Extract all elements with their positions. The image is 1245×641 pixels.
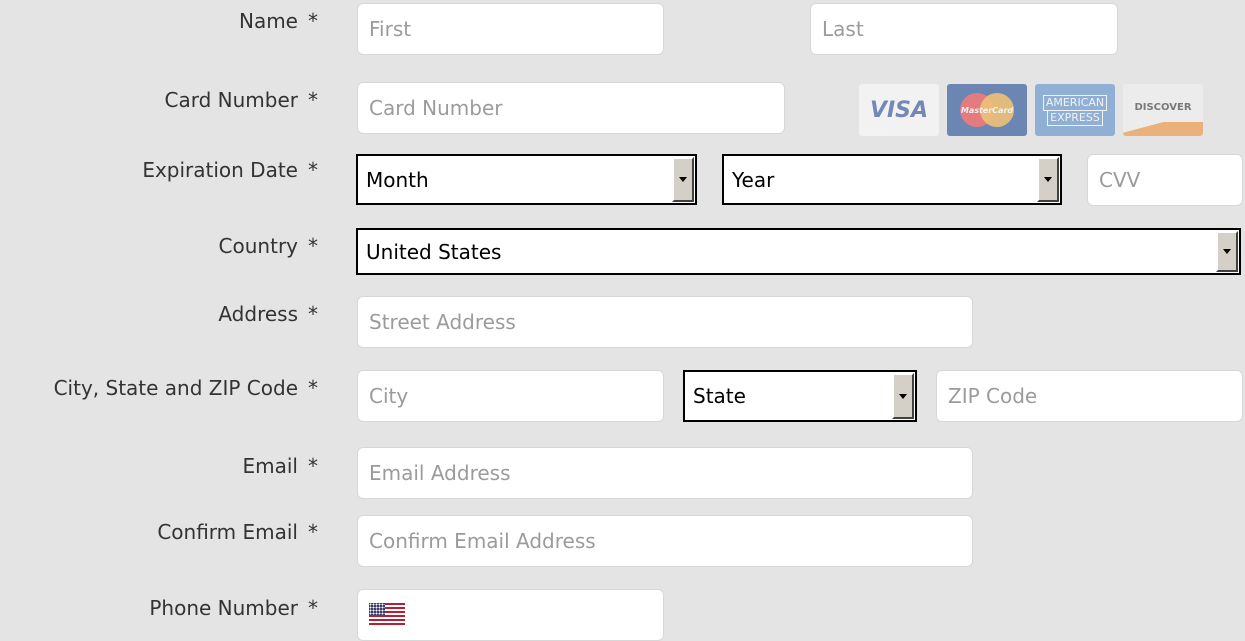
chevron-down-icon[interactable] <box>1037 157 1059 202</box>
required-marker: * <box>308 158 318 182</box>
required-marker: * <box>308 234 318 258</box>
first-name-placeholder: First <box>369 17 412 41</box>
card-brand-logos: VISA MasterCard AMERICAN EXPRESS DISCOVE… <box>859 84 1203 136</box>
cvv-input[interactable]: CVV <box>1087 154 1243 206</box>
chevron-down-icon[interactable] <box>892 373 914 419</box>
card-number-placeholder: Card Number <box>369 96 503 120</box>
state-value: State <box>693 384 746 408</box>
name-label-text: Name <box>238 9 298 33</box>
last-name-placeholder: Last <box>822 17 864 41</box>
expiration-date-label-text: Expiration Date <box>142 158 298 182</box>
amex-logo-icon: AMERICAN EXPRESS <box>1035 84 1115 136</box>
country-label-text: Country <box>218 234 298 258</box>
address-label-text: Address <box>218 302 298 326</box>
mastercard-logo-icon: MasterCard <box>947 84 1027 136</box>
visa-logo-icon: VISA <box>859 84 939 136</box>
country-select[interactable]: United States <box>356 228 1241 275</box>
city-state-zip-label: City, State and ZIP Code * <box>54 376 318 400</box>
expiration-date-label: Expiration Date * <box>142 158 318 182</box>
chevron-down-icon[interactable] <box>672 157 694 202</box>
first-name-input[interactable]: First <box>357 3 664 55</box>
card-number-label: Card Number * <box>165 88 319 112</box>
email-input[interactable]: Email Address <box>357 447 973 499</box>
expiration-year-value: Year <box>732 167 775 192</box>
required-marker: * <box>308 596 318 620</box>
card-number-label-text: Card Number <box>164 88 299 112</box>
confirm-email-input[interactable]: Confirm Email Address <box>357 515 973 567</box>
city-state-zip-label-text: City, State and ZIP Code <box>53 376 298 400</box>
mastercard-logo-text: MasterCard <box>960 105 1014 115</box>
required-marker: * <box>308 454 318 478</box>
cvv-placeholder: CVV <box>1099 168 1141 192</box>
email-label-text: Email <box>242 454 299 478</box>
street-address-input[interactable]: Street Address <box>357 296 973 348</box>
email-placeholder: Email Address <box>369 461 511 485</box>
discover-logo-text: DISCOVER <box>1134 101 1192 113</box>
expiration-month-select[interactable]: Month <box>356 154 697 205</box>
confirm-email-label: Confirm Email * <box>157 520 318 544</box>
confirm-email-label-text: Confirm Email <box>157 520 298 544</box>
expiration-year-select[interactable]: Year <box>722 154 1062 205</box>
expiration-month-value: Month <box>366 167 429 192</box>
amex-logo-line2: EXPRESS <box>1047 110 1103 126</box>
address-label: Address * <box>218 302 318 326</box>
city-input[interactable]: City <box>357 370 664 422</box>
required-marker: * <box>308 520 318 544</box>
required-marker: * <box>308 376 318 400</box>
city-placeholder: City <box>369 384 409 408</box>
street-address-placeholder: Street Address <box>369 310 516 334</box>
email-label: Email * <box>243 454 319 478</box>
required-marker: * <box>308 9 318 33</box>
discover-logo-icon: DISCOVER <box>1123 84 1203 136</box>
country-value: United States <box>366 239 502 264</box>
phone-number-label: Phone Number * <box>149 596 318 620</box>
card-number-input[interactable]: Card Number <box>357 82 785 134</box>
country-label: Country * <box>219 234 318 258</box>
state-select[interactable]: State <box>683 370 917 422</box>
name-label: Name * <box>239 9 318 33</box>
confirm-email-placeholder: Confirm Email Address <box>369 529 596 553</box>
chevron-down-icon[interactable] <box>1216 231 1238 272</box>
visa-logo-text: VISA <box>869 97 929 123</box>
zip-code-input[interactable]: ZIP Code <box>936 370 1243 422</box>
zip-code-placeholder: ZIP Code <box>948 384 1038 408</box>
amex-logo-line1: AMERICAN <box>1042 94 1108 111</box>
phone-number-label-text: Phone Number <box>149 596 298 620</box>
last-name-input[interactable]: Last <box>810 3 1118 55</box>
required-marker: * <box>308 302 318 326</box>
required-marker: * <box>308 88 318 112</box>
us-flag-icon[interactable] <box>369 603 405 627</box>
phone-number-input[interactable] <box>357 589 664 641</box>
